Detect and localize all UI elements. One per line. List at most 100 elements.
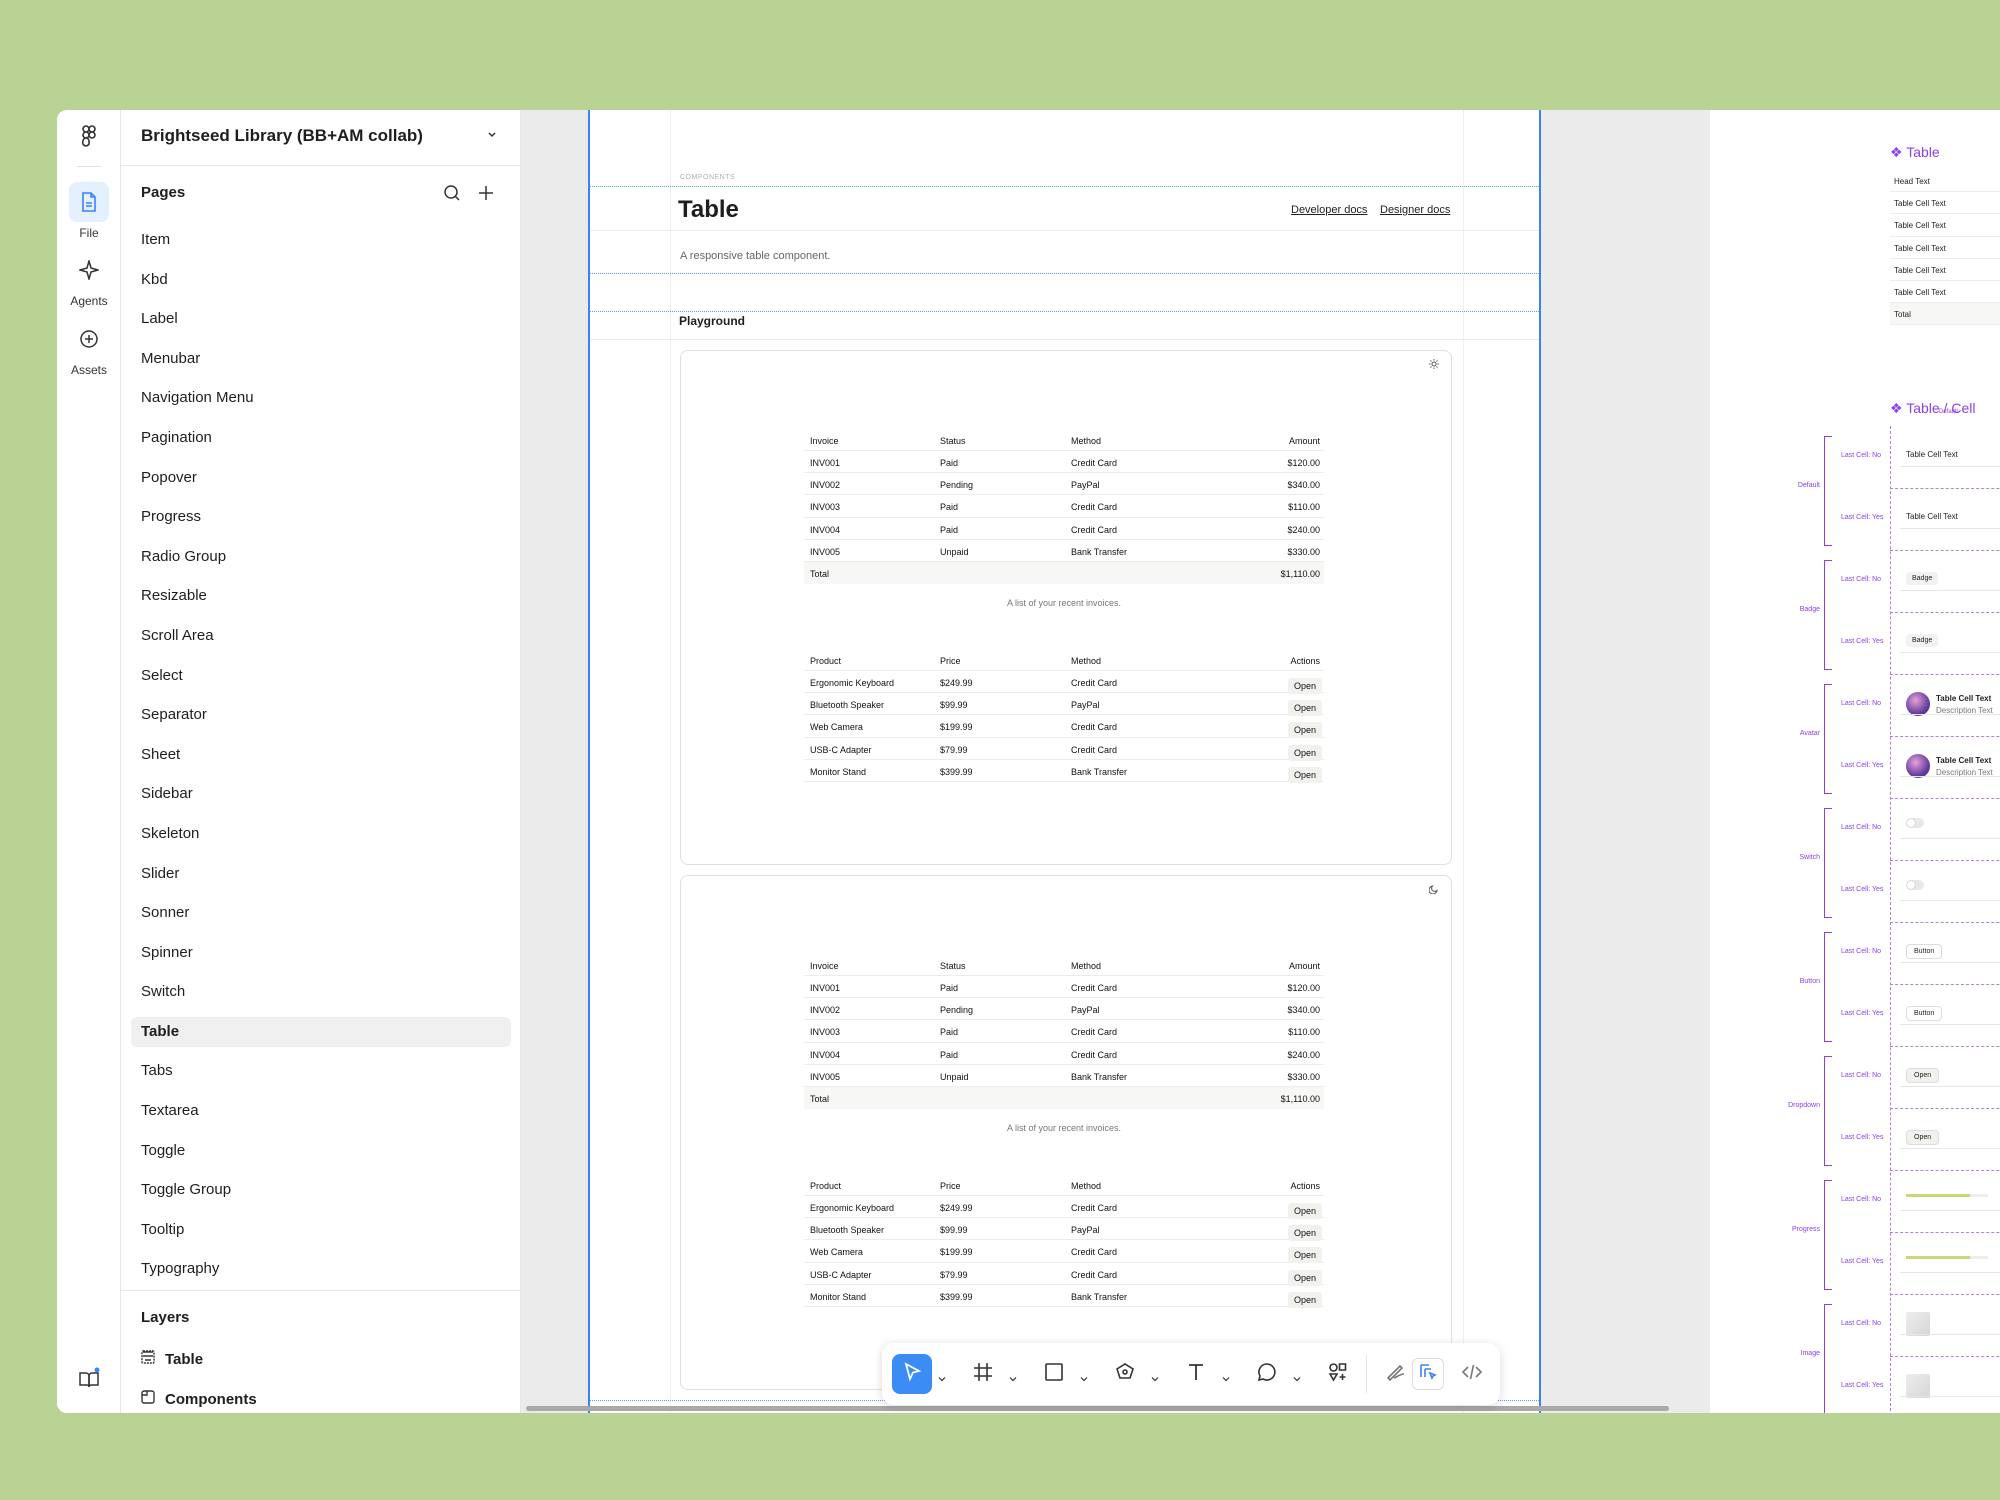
page-item[interactable]: Sidebar: [131, 774, 511, 814]
last-cell-label: Last Cell: Yes: [1841, 1134, 1884, 1141]
page-item[interactable]: Popover: [131, 458, 511, 498]
page-item[interactable]: Textarea: [131, 1091, 511, 1131]
page-item[interactable]: Separator: [131, 695, 511, 735]
table-cell: Credit Card: [1071, 1247, 1118, 1258]
table-cell-component-title[interactable]: ❖ Table / Cell: [1890, 400, 1975, 417]
page-item[interactable]: Menubar: [131, 339, 511, 379]
dropdown-button[interactable]: Open: [1906, 1068, 1940, 1083]
figma-logo-icon[interactable]: [77, 124, 101, 152]
open-button[interactable]: Open: [1287, 766, 1322, 783]
chevron-down-icon[interactable]: [487, 127, 497, 145]
open-button[interactable]: Open: [1287, 1203, 1322, 1219]
table-cell: $330.00: [1287, 546, 1320, 557]
open-button[interactable]: Open: [1287, 678, 1322, 694]
switch-toggle[interactable]: [1906, 818, 1924, 828]
product-table: Product Price Method Actions Ergonomic Keybo…: [804, 1174, 1324, 1308]
open-button[interactable]: Open: [1287, 744, 1322, 761]
draw-mode-button[interactable]: [1376, 1354, 1416, 1394]
design-mode-button[interactable]: [1412, 1358, 1444, 1390]
layer-item-components[interactable]: Components: [141, 1390, 257, 1408]
open-button[interactable]: Open: [1287, 1247, 1322, 1264]
page-item[interactable]: Toggle Group: [131, 1170, 511, 1210]
variant-group-label: Progress: [1791, 1226, 1820, 1233]
page-item[interactable]: Slider: [131, 854, 511, 894]
switch-toggle[interactable]: [1906, 880, 1924, 890]
variant-label: Default: [1939, 409, 1959, 415]
cell-button[interactable]: Button: [1906, 944, 1943, 959]
page-item[interactable]: Item: [131, 220, 511, 260]
move-tool-button[interactable]: [892, 1354, 932, 1394]
horizontal-scrollbar[interactable]: [526, 1406, 1669, 1411]
page-item[interactable]: Select: [131, 656, 511, 696]
open-button[interactable]: Open: [1287, 700, 1322, 717]
rail-assets-button[interactable]: Assets: [57, 319, 121, 377]
cell-button[interactable]: Button: [1906, 1006, 1943, 1021]
page-item[interactable]: Progress: [131, 497, 511, 537]
page-item[interactable]: Tooltip: [131, 1210, 511, 1250]
cell-underline: [1900, 1334, 2000, 1335]
table-cell: INV002: [810, 1005, 841, 1016]
rectangle-tool-button[interactable]: [1034, 1354, 1074, 1394]
page-item[interactable]: Radio Group: [131, 537, 511, 577]
developer-docs-link[interactable]: Developer docs: [1291, 204, 1367, 216]
page-item[interactable]: Typography: [131, 1249, 511, 1289]
chevron-down-icon[interactable]: [1009, 1370, 1017, 1382]
search-icon[interactable]: [443, 184, 461, 207]
page-item[interactable]: Resizable: [131, 576, 511, 616]
column-header: Amount: [1288, 961, 1320, 971]
rail-file-button[interactable]: File: [57, 182, 121, 240]
column-header: Actions: [1290, 1181, 1320, 1191]
sun-icon[interactable]: [1429, 359, 1439, 372]
dev-mode-button[interactable]: [1452, 1354, 1492, 1394]
open-button[interactable]: Open: [1287, 1291, 1322, 1308]
layer-item-table[interactable]: Table: [141, 1350, 203, 1368]
page-item[interactable]: Toggle: [131, 1131, 511, 1171]
actions-tool-button[interactable]: [1318, 1354, 1358, 1394]
table-cell: Credit Card: [1071, 1269, 1118, 1280]
page-item[interactable]: Sonner: [131, 893, 511, 933]
table-cell: $249.99: [940, 1203, 973, 1213]
design-canvas[interactable]: COMPONENTS Table Developer docs Designer…: [521, 110, 2000, 1413]
add-page-icon[interactable]: [477, 184, 495, 207]
total-label: Total: [810, 568, 830, 579]
page-item[interactable]: Label: [131, 299, 511, 339]
component-set-area[interactable]: ❖ Table Head TextHead TextTable Cell Tex…: [1710, 110, 2000, 1413]
open-button[interactable]: Open: [1287, 722, 1322, 739]
text-tool-button[interactable]: [1176, 1354, 1216, 1394]
comment-tool-button[interactable]: [1247, 1354, 1287, 1394]
chevron-down-icon[interactable]: [1293, 1370, 1301, 1382]
open-button[interactable]: Open: [1287, 1225, 1322, 1242]
table-component-title[interactable]: ❖ Table: [1890, 144, 1940, 161]
open-button[interactable]: Open: [1287, 1269, 1322, 1286]
page-item[interactable]: Switch: [131, 972, 511, 1012]
page-item[interactable]: Spinner: [131, 933, 511, 973]
page-item[interactable]: Kbd: [131, 260, 511, 300]
chevron-down-icon[interactable]: [1151, 1370, 1159, 1382]
frame-tool-button[interactable]: [963, 1354, 1003, 1394]
table-cell: PayPal: [1071, 480, 1100, 491]
file-title[interactable]: Brightseed Library (BB+AM collab): [141, 126, 423, 146]
page-item[interactable]: Pagination: [131, 418, 511, 458]
pen-tool-button[interactable]: [1105, 1354, 1145, 1394]
designer-docs-link[interactable]: Designer docs: [1380, 204, 1450, 216]
page-item[interactable]: Skeleton: [131, 814, 511, 854]
divider: [590, 230, 1539, 231]
table-cell: $340.00: [1287, 480, 1320, 491]
library-book-icon[interactable]: [77, 1367, 101, 1391]
dropdown-button[interactable]: Open: [1906, 1130, 1940, 1145]
page-item[interactable]: Scroll Area: [131, 616, 511, 656]
total-label: Total: [1894, 310, 1911, 320]
layers-divider: [121, 1290, 520, 1291]
chevron-down-icon[interactable]: [1222, 1370, 1230, 1382]
mini-row: Table Cell TextTable Cell Text: [1890, 237, 2000, 259]
chevron-down-icon[interactable]: [938, 1370, 946, 1382]
page-item[interactable]: Tabs: [131, 1051, 511, 1091]
page-item[interactable]: Table: [131, 1016, 511, 1047]
last-cell-label: Last Cell: Yes: [1841, 762, 1884, 769]
table-doc-frame[interactable]: COMPONENTS Table Developer docs Designer…: [588, 110, 1541, 1413]
rail-agents-button[interactable]: Agents: [57, 250, 121, 308]
page-item[interactable]: Navigation Menu: [131, 378, 511, 418]
page-item[interactable]: Sheet: [131, 735, 511, 775]
moon-icon[interactable]: [1428, 884, 1439, 897]
chevron-down-icon[interactable]: [1080, 1370, 1088, 1382]
